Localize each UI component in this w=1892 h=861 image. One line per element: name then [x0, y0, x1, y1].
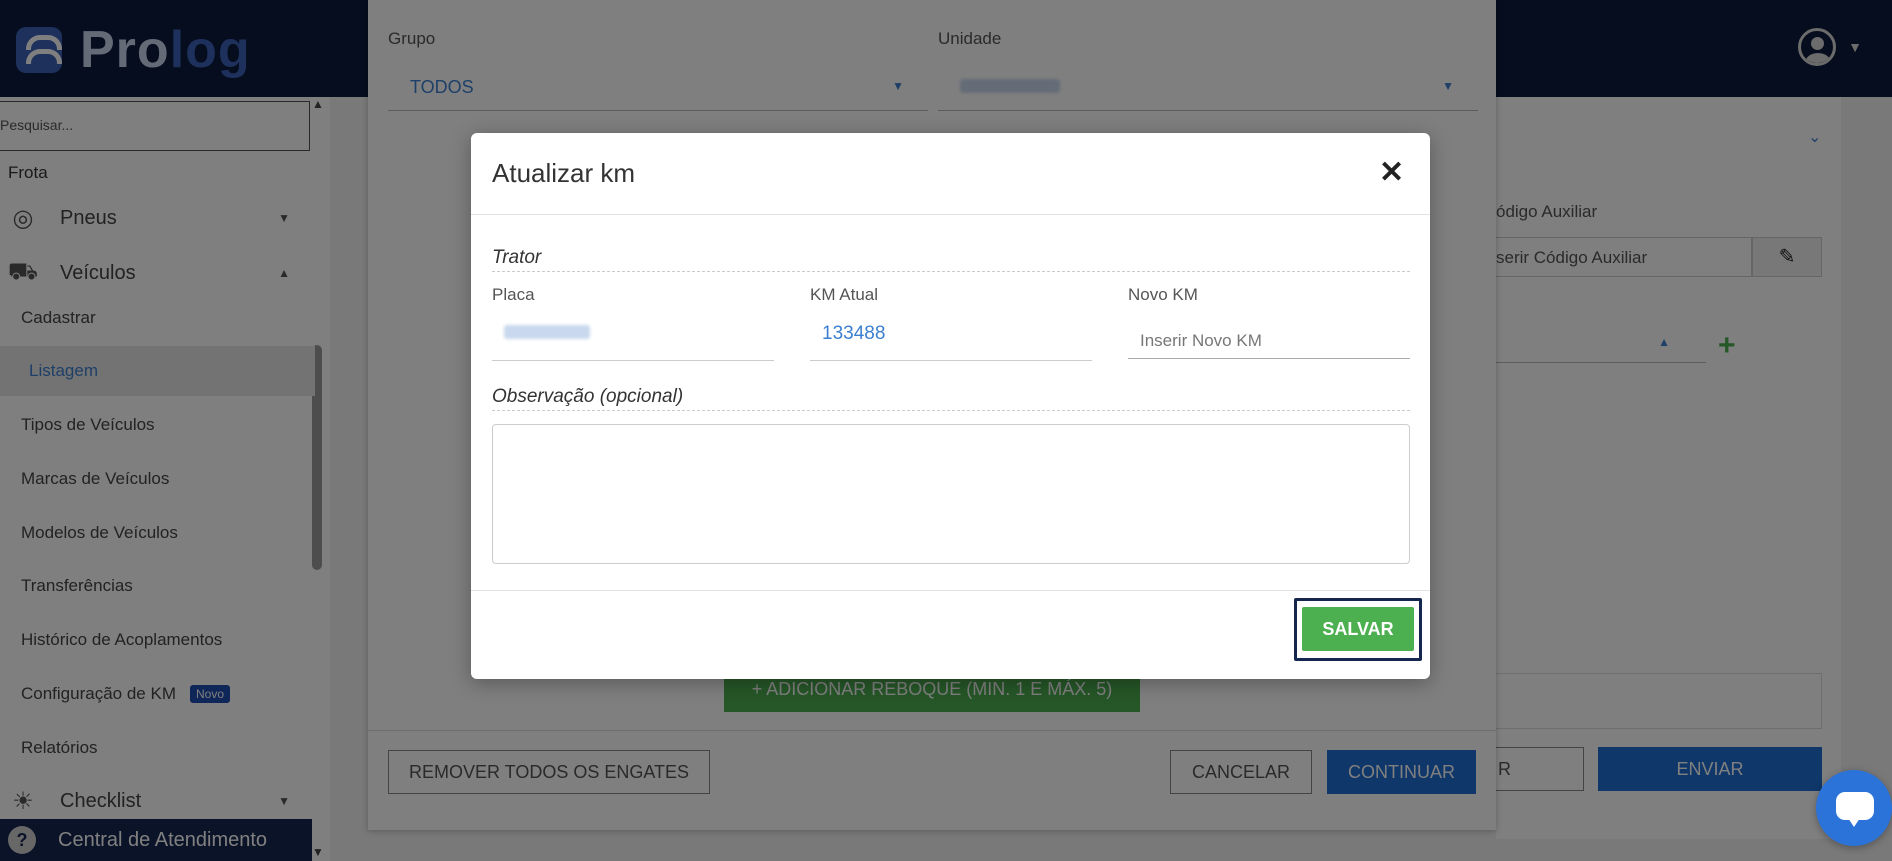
- new-km-label: Novo KM: [1128, 285, 1198, 304]
- chat-support-icon[interactable]: [1816, 770, 1892, 846]
- section-title-tractor: Trator: [492, 247, 1410, 272]
- current-km-label: KM Atual: [810, 285, 879, 304]
- modal-footer-divider: [471, 590, 1430, 591]
- plate-field: [492, 315, 774, 361]
- save-button-focus-ring: SALVAR: [1294, 598, 1422, 661]
- current-km-field: 133488: [810, 315, 1092, 361]
- save-button[interactable]: SALVAR: [1302, 607, 1414, 651]
- update-km-modal: Atualizar km ✕ Trator Placa KM Atual 133…: [471, 133, 1430, 679]
- plate-label: Placa: [492, 285, 535, 304]
- new-km-input[interactable]: [1128, 315, 1410, 359]
- modal-header: Atualizar km ✕: [471, 133, 1430, 215]
- close-icon[interactable]: ✕: [1379, 155, 1404, 190]
- observation-label: Observação (opcional): [492, 386, 1410, 411]
- observation-textarea[interactable]: [492, 424, 1410, 564]
- blurred-plate-value: [504, 325, 590, 339]
- modal-title: Atualizar km: [492, 158, 636, 188]
